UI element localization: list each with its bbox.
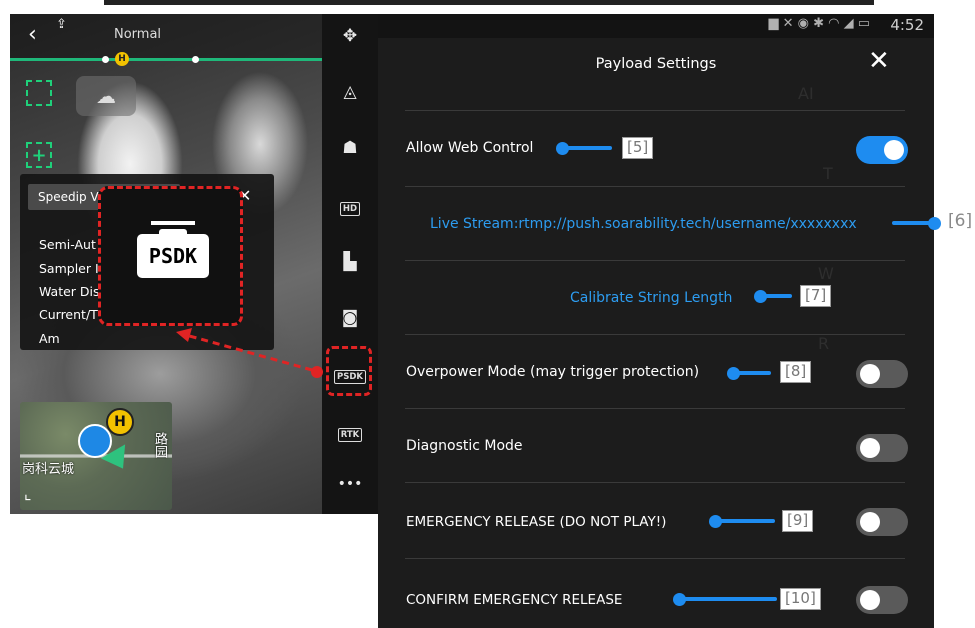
toggle-knob — [860, 364, 880, 384]
annotation-line — [564, 146, 612, 150]
divider — [405, 482, 905, 483]
status-icons: ▆ ✕ ◉ ✱ ◠ ◢ ▭ — [768, 16, 870, 31]
allow-web-control-label: Allow Web Control — [406, 140, 534, 156]
allow-web-control-toggle[interactable] — [856, 136, 908, 164]
annotation-tag-7: [7] — [800, 285, 832, 307]
divider — [405, 334, 905, 335]
divider — [405, 186, 905, 187]
annotation-line — [735, 371, 771, 375]
toggle-knob — [860, 438, 880, 458]
annotation-tag-6: [6] — [948, 211, 973, 231]
close-icon[interactable]: ✕ — [868, 48, 890, 74]
emergency-release-toggle[interactable] — [856, 508, 908, 536]
toggle-knob — [860, 512, 880, 532]
emergency-release-label: EMERGENCY RELEASE (DO NOT PLAY!) — [406, 514, 667, 530]
payload-settings-panel: ▆ ✕ ◉ ✱ ◠ ◢ ▭ 4:52 AI T W R Payload Sett… — [378, 14, 934, 628]
confirm-emergency-release-label: CONFIRM EMERGENCY RELEASE — [406, 592, 623, 608]
panel-title: Payload Settings — [595, 56, 717, 72]
annotation-line — [892, 221, 932, 225]
annotation-tag-5: [5] — [622, 137, 654, 159]
overpower-mode-label: Overpower Mode (may trigger protection) — [406, 364, 700, 380]
annotation-line — [681, 597, 777, 601]
annotation-line — [762, 294, 792, 298]
calibrate-string-length-button[interactable]: Calibrate String Length — [570, 290, 732, 306]
divider — [405, 260, 905, 261]
ghost-background: W — [818, 264, 834, 283]
ghost-background: T — [823, 164, 833, 183]
ghost-background: AI — [798, 84, 814, 103]
screenshot-stage: ‹ ⇪ Normal H + ☁ Speedip V ✕ Semi-Aut Sa… — [0, 0, 975, 628]
divider — [405, 408, 905, 409]
divider — [405, 110, 905, 111]
divider — [405, 558, 905, 559]
ghost-background: R — [818, 334, 830, 353]
overpower-mode-toggle[interactable] — [856, 360, 908, 388]
diagnostic-mode-label: Diagnostic Mode — [406, 438, 523, 454]
annotation-line — [717, 519, 775, 523]
status-time: 4:52 — [890, 16, 924, 34]
live-stream-link[interactable]: Live Stream:rtmp://push.soarability.tech… — [430, 216, 857, 232]
annotation-tag-9: [9] — [782, 510, 814, 532]
diagnostic-mode-toggle[interactable] — [856, 434, 908, 462]
annotation-tag-8: [8] — [780, 361, 812, 383]
confirm-emergency-release-toggle[interactable] — [856, 586, 908, 614]
annotation-tag-10: [10] — [780, 588, 821, 610]
toggle-knob — [884, 140, 904, 160]
toggle-knob — [860, 590, 880, 610]
